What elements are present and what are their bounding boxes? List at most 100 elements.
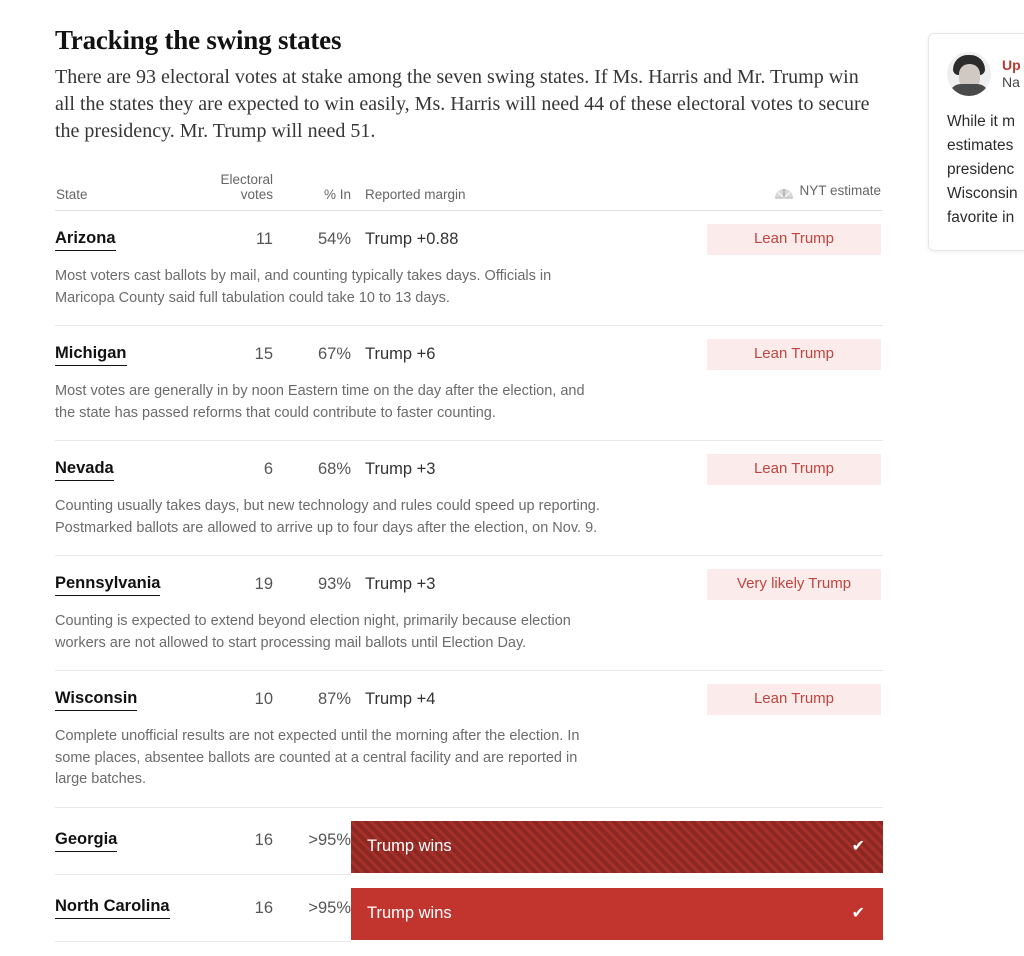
avatar xyxy=(947,52,991,96)
winner-bar: Trump wins ✔ xyxy=(351,820,883,873)
state-link[interactable]: Wisconsin xyxy=(55,689,138,711)
status-badge: Lean Trump xyxy=(707,224,881,255)
status-badge: Lean Trump xyxy=(707,339,881,370)
update-body-line: While it m xyxy=(947,113,1016,130)
table-note-row: Complete unofficial results are not expe… xyxy=(55,717,883,808)
electoral-votes-line2: votes xyxy=(240,187,273,202)
swing-states-table: State Electoral votes % In Reported marg… xyxy=(55,172,883,942)
table-note-row: Counting is expected to extend beyond el… xyxy=(55,602,883,671)
column-header-electoral-votes: Electoral votes xyxy=(207,172,273,211)
page-title: Tracking the swing states xyxy=(55,25,342,55)
check-icon: ✔ xyxy=(851,904,865,922)
update-card[interactable]: Up Na While it m estimates presidenc Wiscon… xyxy=(928,33,1024,251)
state-cell: Arizona xyxy=(55,211,207,258)
electoral-votes-cell: 19 xyxy=(254,575,273,593)
column-header-reported-margin: Reported margin xyxy=(351,172,529,211)
state-link[interactable]: Georgia xyxy=(55,830,118,852)
update-body-line: Wisconsin xyxy=(947,185,1018,202)
state-link[interactable]: North Carolina xyxy=(55,897,170,919)
table-row: North Carolina 16 >95% Trump wins ✔ xyxy=(55,874,883,942)
table-row: Nevada 6 68% Trump +3 Lean Trump xyxy=(55,441,883,488)
update-card-body: While it m estimates presidenc Wisconsin fav… xyxy=(947,110,1024,230)
winner-bar: Trump wins ✔ xyxy=(351,887,883,940)
update-body-line: favorite in xyxy=(947,209,1015,226)
estimate-cell: Very likely Trump xyxy=(529,556,883,603)
reported-margin-cell: Trump +4 xyxy=(365,690,436,708)
update-card-header: Up Na xyxy=(947,52,1024,96)
electoral-votes-line1: Electoral xyxy=(220,172,273,187)
state-note: Counting is expected to extend beyond el… xyxy=(55,613,571,651)
state-cell: Georgia xyxy=(55,807,207,875)
state-note: Most votes are generally in by noon East… xyxy=(55,383,585,421)
nyt-estimate-label: NYT estimate xyxy=(799,183,881,198)
state-cell: Nevada xyxy=(55,441,207,488)
column-header-nyt-estimate: NYT estimate xyxy=(529,172,883,211)
update-kicker: Up xyxy=(1002,57,1021,73)
table-row: Wisconsin 10 87% Trump +4 Lean Trump xyxy=(55,671,883,718)
electoral-votes-cell: 11 xyxy=(255,230,273,248)
note-cell: Most votes are generally in by noon East… xyxy=(55,372,883,441)
electoral-votes-cell: 16 xyxy=(207,807,273,875)
column-header-percent-in: % In xyxy=(273,172,351,211)
estimate-cell: Lean Trump xyxy=(529,211,883,258)
electoral-votes-cell: 10 xyxy=(254,690,273,708)
called-result-cell: Trump wins ✔ xyxy=(351,875,883,942)
percent-in-cell: 67% xyxy=(317,345,351,363)
reported-margin-cell: Trump +6 xyxy=(365,345,436,363)
winner-label: Trump wins xyxy=(367,904,452,922)
state-note: Complete unofficial results are not expe… xyxy=(55,728,580,787)
update-card-meta: Up Na xyxy=(1002,57,1021,91)
state-note: Most voters cast ballots by mail, and co… xyxy=(55,268,552,306)
page-root: Tracking the swing states There are 93 e… xyxy=(0,0,1024,956)
reported-margin-cell: Trump +3 xyxy=(365,575,436,593)
percent-in-cell: 54% xyxy=(317,230,351,248)
status-badge: Very likely Trump xyxy=(707,569,881,600)
table-note-row: Most voters cast ballots by mail, and co… xyxy=(55,257,883,326)
note-cell: Most voters cast ballots by mail, and co… xyxy=(55,257,883,326)
table-note-row: Counting usually takes days, but new tec… xyxy=(55,487,883,556)
note-cell: Counting usually takes days, but new tec… xyxy=(55,487,883,556)
electoral-votes-cell: 15 xyxy=(254,345,273,363)
estimate-cell: Lean Trump xyxy=(529,441,883,488)
reported-margin-cell: Trump +3 xyxy=(365,460,436,478)
check-icon: ✔ xyxy=(851,837,865,855)
table-header: State Electoral votes % In Reported marg… xyxy=(55,172,883,211)
winner-label: Trump wins xyxy=(367,837,452,855)
state-link[interactable]: Nevada xyxy=(55,459,114,481)
table-row: Georgia 16 >95% Trump wins ✔ xyxy=(55,807,883,875)
table-header-row: State Electoral votes % In Reported marg… xyxy=(55,172,883,211)
state-cell: North Carolina xyxy=(55,874,207,942)
state-cell: Wisconsin xyxy=(55,671,207,718)
percent-in-cell: 93% xyxy=(317,575,351,593)
status-badge: Lean Trump xyxy=(707,684,881,715)
called-result-cell: Trump wins ✔ xyxy=(351,807,883,875)
percent-in-cell: >95% xyxy=(273,807,351,875)
note-cell: Complete unofficial results are not expe… xyxy=(55,717,883,808)
percent-in-cell: 87% xyxy=(317,690,351,708)
table-body: Arizona 11 54% Trump +0.88 Lean Trump Most vo… xyxy=(55,211,883,942)
status-badge: Lean Trump xyxy=(707,454,881,485)
state-note: Counting usually takes days, but new tec… xyxy=(55,498,600,536)
electoral-votes-cell: 16 xyxy=(207,874,273,942)
article-standfirst: There are 93 electoral votes at stake am… xyxy=(55,66,870,142)
electoral-votes-cell: 6 xyxy=(263,460,273,478)
column-header-state: State xyxy=(55,172,207,211)
update-body-line: presidenc xyxy=(947,161,1015,178)
table-row: Michigan 15 67% Trump +6 Lean Trump xyxy=(55,326,883,373)
table-row: Arizona 11 54% Trump +0.88 Lean Trump xyxy=(55,211,883,258)
state-cell: Michigan xyxy=(55,326,207,373)
table-note-row: Most votes are generally in by noon East… xyxy=(55,372,883,441)
percent-in-cell: 68% xyxy=(317,460,351,478)
article-container: Tracking the swing states There are 93 e… xyxy=(55,24,883,942)
percent-in-cell: >95% xyxy=(273,874,351,942)
estimate-cell: Lean Trump xyxy=(529,326,883,373)
state-link[interactable]: Pennsylvania xyxy=(55,574,161,596)
update-author: Na xyxy=(1002,74,1020,90)
table-row: Pennsylvania 19 93% Trump +3 Very likely Tru… xyxy=(55,556,883,603)
note-cell: Counting is expected to extend beyond el… xyxy=(55,602,883,671)
update-body-line: estimates xyxy=(947,137,1014,154)
fan-dial-icon xyxy=(774,185,794,202)
state-link[interactable]: Michigan xyxy=(55,344,127,366)
estimate-cell: Lean Trump xyxy=(529,671,883,718)
state-link[interactable]: Arizona xyxy=(55,229,116,251)
